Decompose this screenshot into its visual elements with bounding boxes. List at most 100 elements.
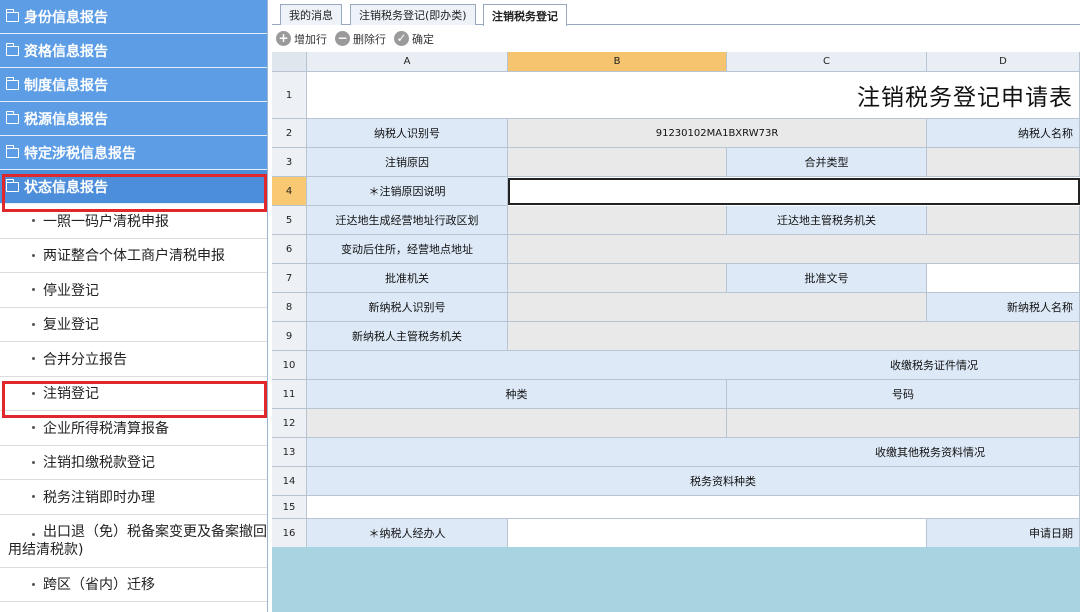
category-tax-source-report[interactable]: 税源信息报告 [0,102,267,136]
tax-authority-label: 迁达地主管税务机关 [727,206,927,235]
cancel-reason-field[interactable] [508,148,727,177]
category-label: 资格信息报告 [24,43,108,60]
cancel-reason-desc-input[interactable] [508,178,1080,205]
corner-cell[interactable] [272,52,307,72]
sidebar-item-resumption[interactable]: 复业登记 [0,308,267,342]
folder-icon [5,110,19,124]
material-type-label: 税务资料种类 [307,467,1080,496]
add-row-label: 增加行 [294,32,327,46]
bullet-icon [32,532,35,536]
region-field[interactable] [508,206,727,235]
folder-icon [5,42,19,56]
merge-type-label: 合并类型 [727,148,927,177]
row-header[interactable]: 9 [272,322,307,351]
tab-label: 注销税务登记(即办类) [359,9,467,22]
folder-icon [5,76,19,90]
row-header[interactable]: 14 [272,467,307,496]
sidebar-item-export-refund-change[interactable]: 出口退（免）税备案变更及备案撤回 用结清税款) [0,515,267,568]
row-header[interactable]: 13 [272,438,307,467]
sidebar-item-label: 一照一码户清税申报 [43,213,169,230]
row-header[interactable]: 12 [272,409,307,438]
category-system-report[interactable]: 制度信息报告 [0,68,267,102]
sidebar-item-intra-province-migration[interactable]: 跨区（省内）迁移 [0,568,267,602]
sidebar-item-merger-split[interactable]: 合并分立报告 [0,342,267,377]
row-header[interactable]: 5 [272,206,307,235]
bullet-icon [32,219,35,223]
row-header[interactable]: 2 [272,119,307,148]
delete-row-label: 删除行 [353,32,386,46]
new-authority-label: 新纳税人主管税务机关 [307,322,508,351]
material-type-field[interactable] [307,496,1080,519]
check-icon: ✓ [394,31,409,46]
handler-field[interactable] [508,519,927,547]
cert-type-field[interactable] [307,409,727,438]
row-header[interactable]: 16 [272,519,307,547]
sidebar-item-withholding-deregistration[interactable]: 注销扣缴税款登记 [0,446,267,480]
column-header-b[interactable]: B [508,52,727,72]
sidebar-item-label-wrap: 出口退（免）税备案变更及备案撤回 用结清税款) [8,523,267,559]
approval-doc-field[interactable] [927,264,1080,293]
folder-icon [5,144,19,158]
row-header[interactable]: 7 [272,264,307,293]
category-identity-report[interactable]: 身份信息报告 [0,0,267,34]
sidebar-item-unified-code-clearance[interactable]: 一照一码户清税申报 [0,204,267,239]
sidebar-item-label: 出口退（免）税备案变更及备案撤回 [43,523,267,540]
new-address-field[interactable] [508,235,1080,264]
tab-deregistration[interactable]: 注销税务登记 [483,4,567,26]
merge-type-field[interactable] [927,148,1080,177]
bullet-icon [32,460,35,464]
new-taxpayer-id-field[interactable] [508,293,927,322]
tab-label: 注销税务登记 [492,9,558,23]
category-label: 税源信息报告 [24,111,108,128]
new-authority-field[interactable] [508,322,1080,351]
confirm-button[interactable]: ✓ 确定 [394,31,434,47]
sidebar-item-label: 税务注销即时办理 [43,489,155,506]
approval-org-field[interactable] [508,264,727,293]
sidebar-item-label: 注销扣缴税款登记 [43,455,155,472]
sidebar-item-label-continued: 用结清税款) [8,541,84,558]
cancel-reason-label: 注销原因 [307,148,508,177]
sidebar-item-cit-liquidation[interactable]: 企业所得税清算报备 [0,411,267,446]
category-qualification-report[interactable]: 资格信息报告 [0,34,267,68]
cert-number-field[interactable] [727,409,1080,438]
new-taxpayer-id-label: 新纳税人识别号 [307,293,508,322]
category-label: 状态信息报告 [24,179,108,196]
sidebar-item-deregistration[interactable]: 注销登记 [0,377,267,411]
row-header[interactable]: 3 [272,148,307,177]
bullet-icon [32,391,35,395]
row-header-active[interactable]: 4 [272,177,307,206]
tab-label: 我的消息 [289,9,333,22]
delete-row-button[interactable]: − 删除行 [335,31,386,47]
tax-authority-field[interactable] [927,206,1080,235]
row-header[interactable]: 11 [272,380,307,409]
tab-my-messages[interactable]: 我的消息 [280,4,342,25]
bullet-icon [32,288,35,292]
category-label: 特定涉税信息报告 [24,145,136,162]
row-header[interactable]: 1 [272,72,307,119]
bullet-icon [32,582,35,586]
taxpayer-id-label: 纳税人识别号 [307,119,508,148]
add-row-button[interactable]: + 增加行 [276,31,327,47]
bullet-icon [32,495,35,499]
column-header-d[interactable]: D [927,52,1080,72]
sidebar-item-label: 跨区（省内）迁移 [43,577,155,594]
folder-open-icon [5,178,19,192]
region-label: 迁达地生成经营地址行政区划 [307,206,508,235]
category-status-report[interactable]: 状态信息报告 [0,170,267,204]
sidebar-item-suspension[interactable]: 停业登记 [0,273,267,308]
row-header[interactable]: 10 [272,351,307,380]
sidebar-item-label: 两证整合个体工商户清税申报 [43,248,225,265]
sidebar-item-instant-deregistration[interactable]: 税务注销即时办理 [0,480,267,515]
sidebar-item-label: 注销登记 [43,386,99,403]
tab-bar: 我的消息 注销税务登记(即办类) 注销税务登记 [272,0,1080,26]
category-specific-tax-report[interactable]: 特定涉税信息报告 [0,136,267,170]
row-header[interactable]: 6 [272,235,307,264]
column-header-a[interactable]: A [307,52,508,72]
taxpayer-id-value: 91230102MA1BXRW73R [508,119,927,148]
sidebar-item-individual-clearance[interactable]: 两证整合个体工商户清税申报 [0,239,267,273]
row-header[interactable]: 8 [272,293,307,322]
row-header[interactable]: 15 [272,496,307,519]
column-header-c[interactable]: C [727,52,927,72]
approval-doc-label: 批准文号 [727,264,927,293]
tab-deregistration-instant[interactable]: 注销税务登记(即办类) [350,4,476,25]
